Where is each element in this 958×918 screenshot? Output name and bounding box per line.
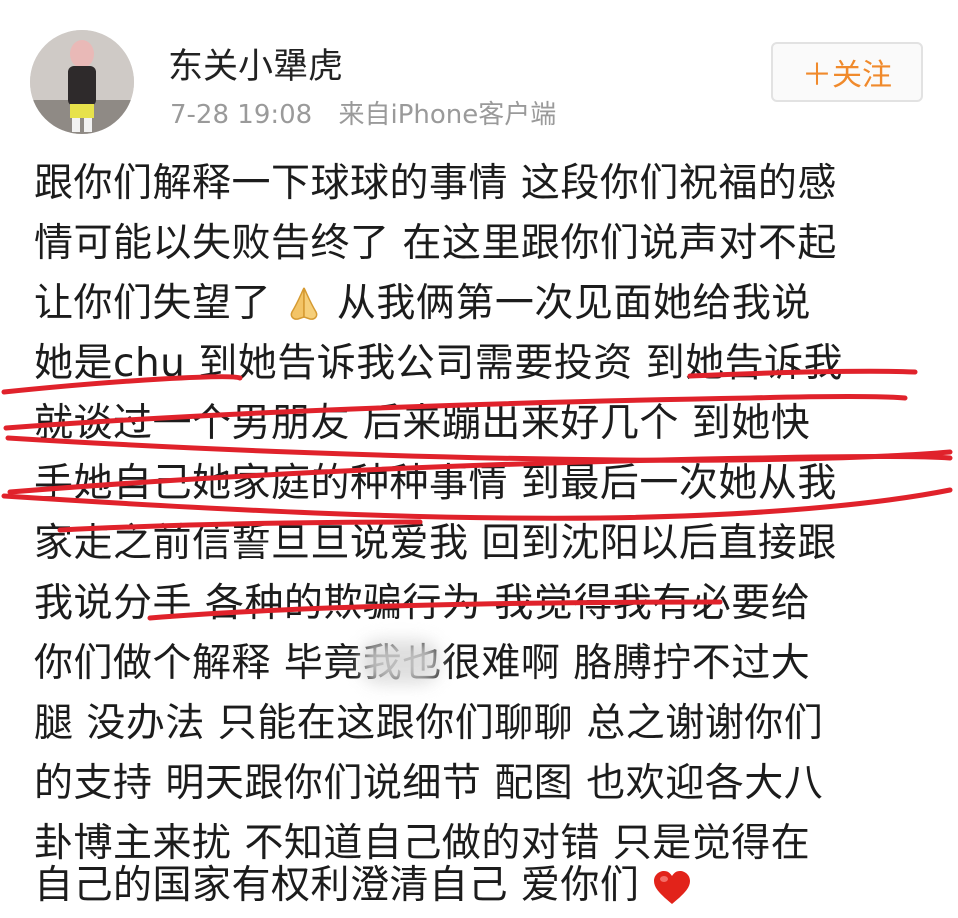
praying-hands-icon [284, 284, 324, 336]
post-line: 跟你们解释一下球球的事情 这段你们祝福的感 [34, 161, 837, 206]
post-line: 她是chu 到她告诉我公司需要投资 到她告诉我 [34, 341, 844, 386]
red-heart-icon [652, 870, 692, 918]
post-line: 就谈过一个男朋友 后来蹦出来好几个 到她快 [34, 401, 811, 446]
post-line: 让你们失望了 从我俩第一次见面她给我说 [34, 280, 811, 328]
post-line: 家走之前信誓旦旦说爱我 回到沈阳以后直接跟 [34, 521, 837, 566]
post-body: 跟你们解释一下球球的事情 这段你们祝福的感 情可能以失败告终了 在这里跟你们说声… [0, 0, 958, 915]
post-line: 自己的国家有权利澄清自己 爱你们 [34, 862, 692, 910]
post-line: 手她自己她家庭的种种事情 到最后一次她从我 [34, 461, 837, 506]
post-line: 的支持 明天跟你们说细节 配图 也欢迎各大八 [34, 761, 824, 806]
blurred-watermark [360, 640, 440, 684]
post-line: 腿 没办法 只能在这跟你们聊聊 总之谢谢你们 [34, 701, 824, 746]
post-line: 我说分手 各种的欺骗行为 我觉得我有必要给 [34, 581, 811, 626]
post-line: 情可能以失败告终了 在这里跟你们说声对不起 [34, 221, 837, 266]
post-line: 卦博主来扰 不知道自己做的对错 只是觉得在 [34, 821, 811, 866]
post-line-segment: 从我俩第一次见面她给我说 [336, 281, 811, 326]
post-line-segment: 自己的国家有权利澄清自己 爱你们 [34, 863, 640, 908]
post-line-segment: 让你们失望了 [34, 281, 272, 326]
